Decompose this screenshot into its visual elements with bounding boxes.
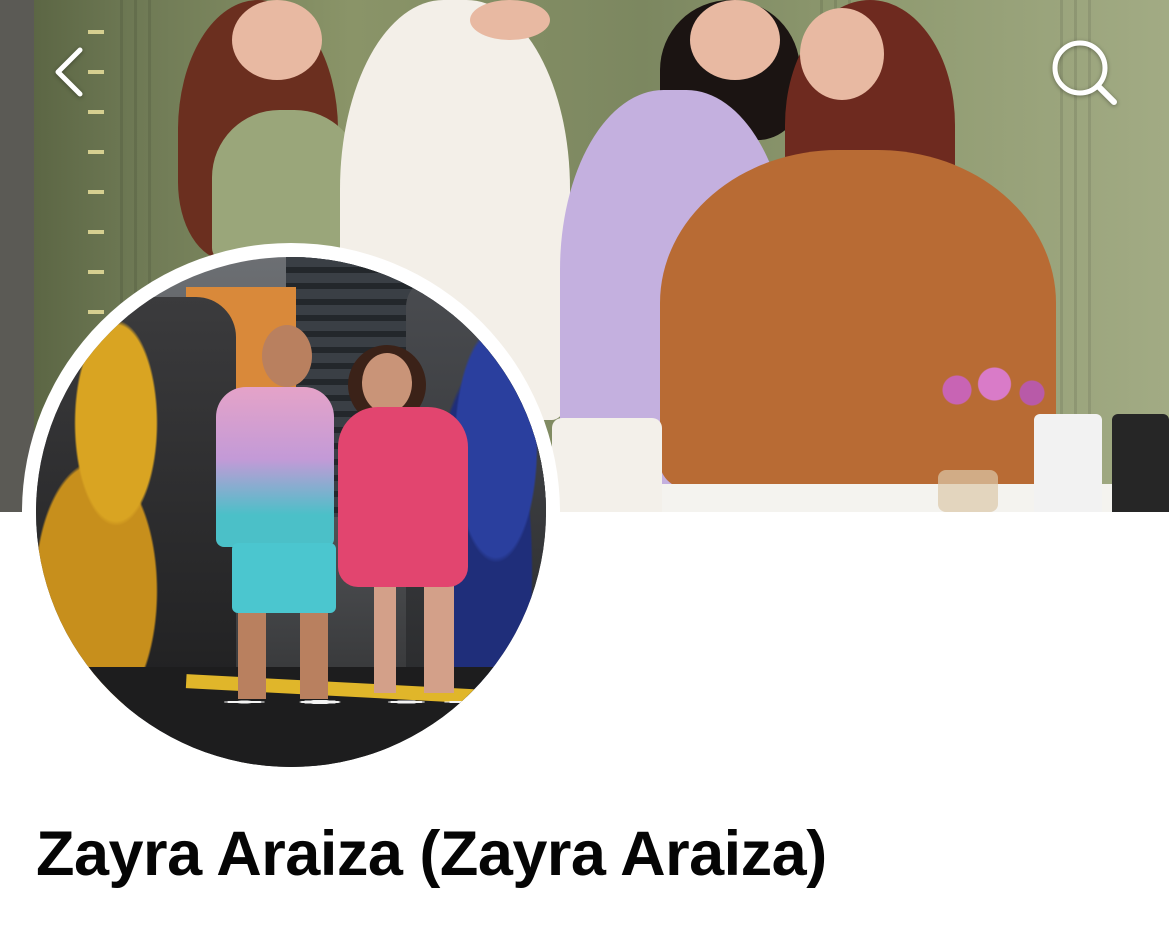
- cover-person-dress: [660, 150, 1056, 490]
- avatar-woman-dress: [338, 407, 468, 587]
- avatar-woman-head: [362, 353, 412, 413]
- avatar-shoes: [212, 687, 482, 717]
- cover-person-face: [800, 8, 884, 100]
- profile-name: Zayra Araiza (Zayra Araiza): [36, 819, 827, 889]
- avatar-man-legs: [238, 609, 328, 699]
- chevron-left-icon: [55, 47, 83, 97]
- avatar-robot-yellow: [36, 297, 236, 717]
- cover-photo-wall: [0, 0, 34, 512]
- cover-vase: [938, 470, 998, 512]
- cover-person-face: [690, 0, 780, 80]
- avatar-man-shirt: [216, 387, 334, 547]
- avatar-man-shorts: [232, 543, 336, 613]
- cover-cake: [552, 418, 662, 512]
- back-button[interactable]: [34, 36, 106, 108]
- search-icon: [1052, 40, 1117, 105]
- search-button[interactable]: [1048, 36, 1120, 108]
- avatar-man-head: [262, 325, 312, 387]
- cover-flowers: [912, 360, 1062, 420]
- cover-tumbler: [1034, 414, 1102, 512]
- cropped-subline: [0, 918, 1169, 925]
- avatar[interactable]: [36, 257, 546, 767]
- avatar-woman-legs: [374, 583, 454, 693]
- cover-tumbler: [1112, 414, 1169, 512]
- cover-person-face: [470, 0, 550, 40]
- cover-person-face: [232, 0, 322, 80]
